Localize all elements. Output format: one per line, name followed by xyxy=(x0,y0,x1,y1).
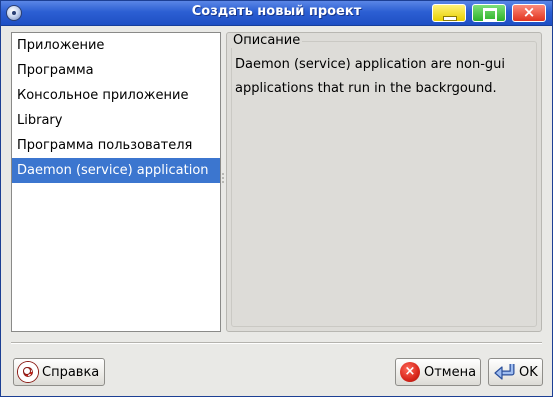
minimize-button[interactable] xyxy=(432,4,466,22)
cancel-button[interactable]: × Отмена xyxy=(395,358,481,386)
lifebuoy-icon xyxy=(18,362,38,382)
cancel-button-label: Отмена xyxy=(424,364,477,380)
list-item-custom-program[interactable]: Программа пользователя xyxy=(12,133,220,158)
list-item-daemon-application[interactable]: Daemon (service) application xyxy=(12,158,220,183)
help-button[interactable]: Справка xyxy=(13,358,105,386)
button-separator xyxy=(11,342,542,344)
list-item-console-application[interactable]: Консольное приложение xyxy=(12,83,220,108)
cancel-icon: × xyxy=(400,362,420,382)
description-panel: Описание Daemon (service) application ar… xyxy=(226,32,542,332)
help-button-label: Справка xyxy=(42,364,100,380)
new-project-dialog: Создать новый проект × Приложение Програ… xyxy=(0,0,553,397)
maximize-button[interactable] xyxy=(472,4,506,22)
window-title: Создать новый проект xyxy=(191,4,362,19)
ok-button-label: OK xyxy=(519,364,538,380)
description-text: Daemon (service) application are non-gui… xyxy=(235,57,506,96)
pane-splitter-handle[interactable] xyxy=(222,173,225,187)
close-button[interactable]: × xyxy=(512,4,546,22)
list-item-library[interactable]: Library xyxy=(12,108,220,133)
title-bar[interactable]: Создать новый проект × xyxy=(1,1,552,26)
description-legend: Описание xyxy=(231,33,303,48)
list-item-application[interactable]: Приложение xyxy=(12,33,220,58)
project-type-list[interactable]: Приложение Программа Консольное приложен… xyxy=(11,32,221,332)
list-item-program[interactable]: Программа xyxy=(12,58,220,83)
enter-arrow-icon xyxy=(493,362,515,382)
ok-button[interactable]: OK xyxy=(488,358,543,386)
